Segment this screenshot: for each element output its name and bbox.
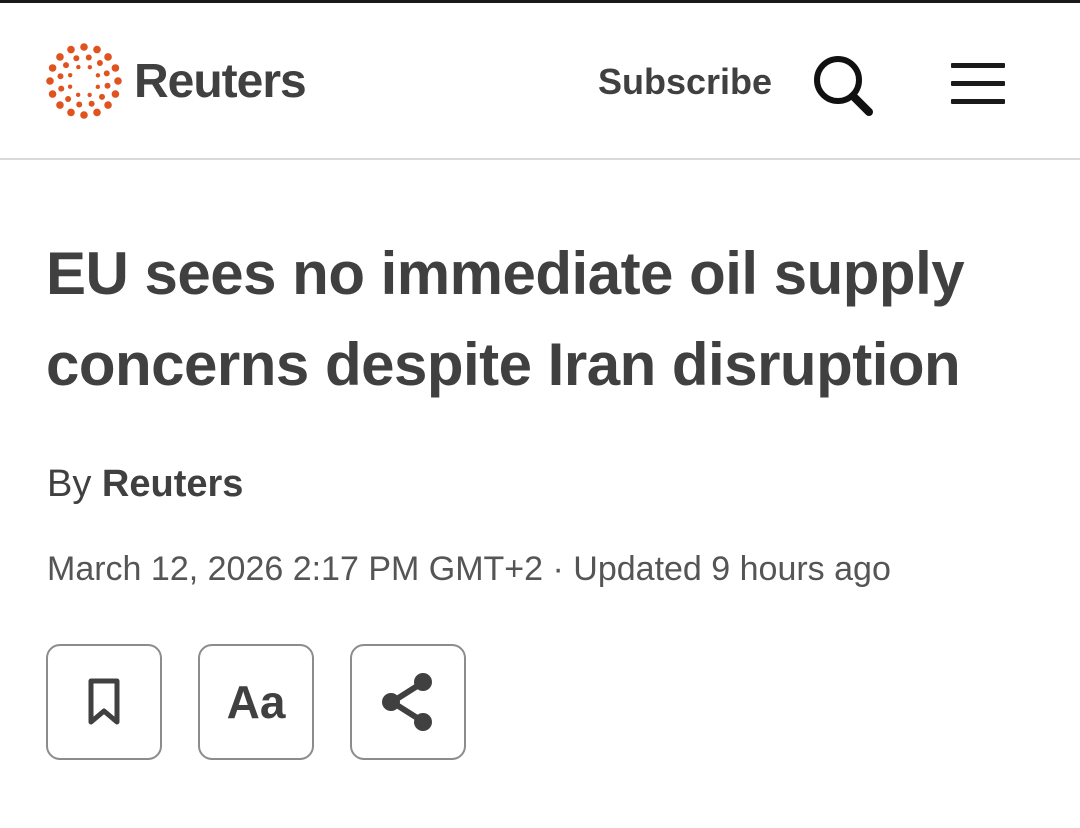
search-icon bbox=[814, 56, 873, 116]
reuters-dot-ring-icon bbox=[46, 43, 122, 119]
brand-name: Reuters bbox=[134, 54, 307, 108]
hamburger-menu-icon bbox=[951, 63, 1005, 104]
article-dateline: March 12, 2026 2:17 PM GMT+2 · Updated 9… bbox=[47, 550, 891, 588]
subscribe-button[interactable]: Subscribe bbox=[598, 61, 772, 103]
search-button[interactable] bbox=[808, 51, 878, 121]
byline-prefix: By bbox=[47, 463, 92, 505]
menu-button[interactable] bbox=[948, 61, 1008, 109]
text-size-icon: Aa bbox=[226, 676, 286, 728]
bookmark-button[interactable] bbox=[46, 644, 162, 760]
article-actions: Aa bbox=[46, 644, 502, 760]
share-button[interactable] bbox=[350, 644, 466, 760]
byline-author[interactable]: Reuters bbox=[102, 463, 244, 505]
text-size-button[interactable]: Aa bbox=[198, 644, 314, 760]
article-headline: EU sees no immediate oil supply concerns… bbox=[46, 240, 965, 398]
share-icon bbox=[382, 673, 432, 731]
reuters-logo-link[interactable]: Reuters bbox=[44, 41, 307, 121]
site-header: Reuters Subscribe bbox=[0, 3, 1080, 160]
bookmark-icon bbox=[88, 678, 120, 725]
byline: By Reuters bbox=[47, 463, 243, 506]
